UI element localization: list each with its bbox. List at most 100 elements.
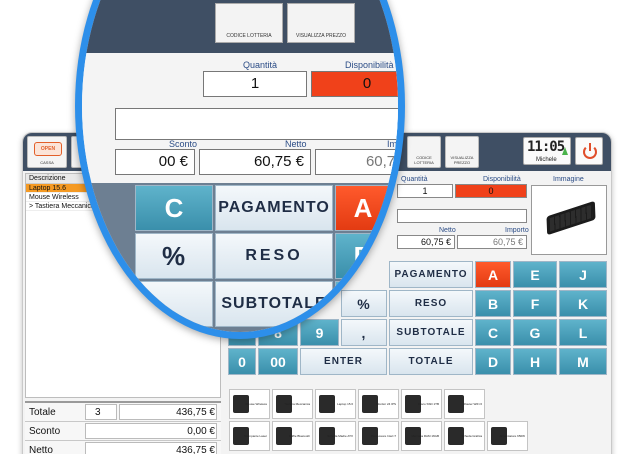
totals-value: 436,75 € [176, 407, 215, 418]
percent-key-zoomed[interactable]: % [135, 233, 213, 279]
product-tile[interactable]: Router WiFi 6 [444, 389, 485, 419]
key-k[interactable]: K [559, 290, 607, 317]
cash-drawer-icon: OPEN [34, 142, 62, 156]
key-l[interactable]: L [559, 319, 607, 346]
amount-label: Importo [505, 227, 529, 234]
product-name: Monitor 24 IPS [376, 402, 396, 406]
net-label: Netto [439, 227, 456, 234]
product-name: Tastiera Meccanica [284, 402, 310, 406]
show-price-button-zoomed[interactable]: VISUALIZZA PREZZO [287, 3, 355, 43]
image-label: Immagine [553, 176, 584, 183]
availability-label-zoomed: Disponibilità [345, 60, 394, 70]
key-h[interactable]: H [513, 348, 557, 375]
amount-field: 60,75 € [457, 235, 527, 249]
product-tile[interactable]: Laptop 15.6 [315, 389, 356, 419]
product-name: Memoria RAM 16GB [411, 434, 439, 438]
keyboard-image [546, 200, 596, 236]
lottery-code-button[interactable]: CODICE LOTTERIA [407, 136, 441, 168]
key-c[interactable]: C [475, 319, 511, 346]
magnifier-lens: CODICE LOTTERIA VISUALIZZA PREZZO Quanti… [75, 0, 405, 339]
product-tile[interactable]: Disco SSD 1TB [401, 389, 442, 419]
totals-qty: 3 [95, 407, 101, 418]
key-m[interactable]: M [559, 348, 607, 375]
totals-row-totale: Totale 3 436,75 € [25, 403, 221, 422]
pagamento-button[interactable]: PAGAMENTO [389, 261, 473, 288]
product-tile[interactable]: Stampante Laser [229, 421, 270, 451]
product-name: Processore Intel i7 [371, 434, 396, 438]
totals-value: 436,75 € [176, 445, 215, 454]
discount-field-zoomed[interactable]: 00 € [115, 149, 195, 175]
net-field-zoomed[interactable]: 60,75 € [199, 149, 311, 175]
totals-row-sconto: Sconto 0,00 € [25, 422, 221, 441]
availability-label: Disponibilità [483, 176, 521, 183]
key-d[interactable]: D [475, 348, 511, 375]
product-tile[interactable]: Memoria RAM 16GB [401, 421, 442, 451]
key-e[interactable]: E [513, 261, 557, 288]
product-tile[interactable]: Monitor 24 IPS [358, 389, 399, 419]
totals-label: Sconto [29, 426, 61, 437]
product-name: Laptop 15.6 [337, 402, 353, 406]
subtotale-button-zoomed[interactable]: SUBTOTALE [215, 281, 333, 327]
description-field[interactable] [397, 209, 527, 223]
quantity-label-zoomed: Quantità [243, 60, 278, 70]
show-price-label: VISUALIZZA PREZZO [450, 155, 474, 165]
amount-field-zoomed: 60,75 € [315, 149, 398, 175]
totale-button[interactable]: TOTALE [389, 348, 473, 375]
quantity-field-zoomed[interactable]: 1 [203, 71, 307, 97]
cash-drawer-button[interactable]: OPEN CASSA [27, 136, 67, 168]
product-tile[interactable]: Scheda Madre ATX [315, 421, 356, 451]
key-g[interactable]: G [513, 319, 557, 346]
quantity-field[interactable]: 1 [397, 184, 453, 198]
discount-label-zoomed: Sconto [169, 139, 198, 149]
description-field-zoomed[interactable] [115, 108, 398, 140]
product-name: Scheda Madre ATX [327, 434, 353, 438]
key-b[interactable]: B [475, 290, 511, 317]
product-name: Router WiFi 6 [463, 402, 482, 406]
product-name: Mouse Wireless [245, 402, 267, 406]
enter-button[interactable]: ENTER [300, 348, 387, 375]
key-blank-zoomed[interactable] [135, 281, 213, 327]
product-thumbnail [448, 395, 464, 413]
product-tile[interactable]: Mouse Wireless [229, 389, 270, 419]
key-b-zoomed[interactable]: B [335, 233, 391, 279]
pos-screenshot: OPEN CASSA CODICE LOTTERIA VISUALIZZA PR… [0, 0, 625, 454]
reso-button[interactable]: RESO [389, 290, 473, 317]
lottery-code-label: CODICE LOTTERIA [414, 155, 434, 165]
product-name: Scheda Grafica [461, 434, 482, 438]
key-a[interactable]: A [475, 261, 511, 288]
lottery-code-button-zoomed[interactable]: CODICE LOTTERIA [215, 3, 283, 43]
product-tile[interactable]: Cuffie Bluetooth [272, 421, 313, 451]
totals-value: 0,00 € [187, 426, 215, 437]
key-c-zoomed[interactable]: C [135, 185, 213, 231]
show-price-button[interactable]: VISUALIZZA PREZZO [445, 136, 479, 168]
key-f[interactable]: F [513, 290, 557, 317]
product-thumbnail [319, 395, 335, 413]
reso-button-zoomed[interactable]: RESO [215, 233, 333, 279]
key-0[interactable]: 0 [228, 348, 256, 375]
product-tile[interactable]: Tastiera Meccanica [272, 389, 313, 419]
product-name: Cuffie Bluetooth [288, 434, 310, 438]
clock-user: Michele [536, 157, 557, 163]
net-label-zoomed: Netto [285, 139, 307, 149]
product-tile[interactable]: Scheda Grafica [444, 421, 485, 451]
product-name: Disco SSD 1TB [418, 402, 439, 406]
cash-drawer-label: CASSA [40, 160, 54, 165]
product-tile[interactable]: Alimentatore 650W [487, 421, 528, 451]
totals-label: Totale [29, 407, 56, 418]
net-field[interactable]: 60,75 € [397, 235, 455, 249]
totals-label: Netto [29, 445, 53, 454]
key-a-zoomed[interactable]: A [335, 185, 391, 231]
key-c-zoomed-2[interactable]: C [335, 281, 391, 327]
product-image [531, 185, 607, 255]
key-00[interactable]: 00 [258, 348, 298, 375]
key-j[interactable]: J [559, 261, 607, 288]
power-button[interactable] [575, 137, 603, 165]
product-tile[interactable]: Processore Intel i7 [358, 421, 399, 451]
totals-panel: Totale 3 436,75 € Sconto 0,00 € Netto 43… [25, 401, 221, 454]
product-name: Stampante Laser [244, 434, 267, 438]
quantity-label: Quantità [401, 176, 428, 183]
amount-label-zoomed: Importo [387, 139, 403, 149]
availability-field-zoomed: 0 [311, 71, 398, 97]
pagamento-button-zoomed[interactable]: PAGAMENTO [215, 185, 333, 231]
subtotale-button[interactable]: SUBTOTALE [389, 319, 473, 346]
